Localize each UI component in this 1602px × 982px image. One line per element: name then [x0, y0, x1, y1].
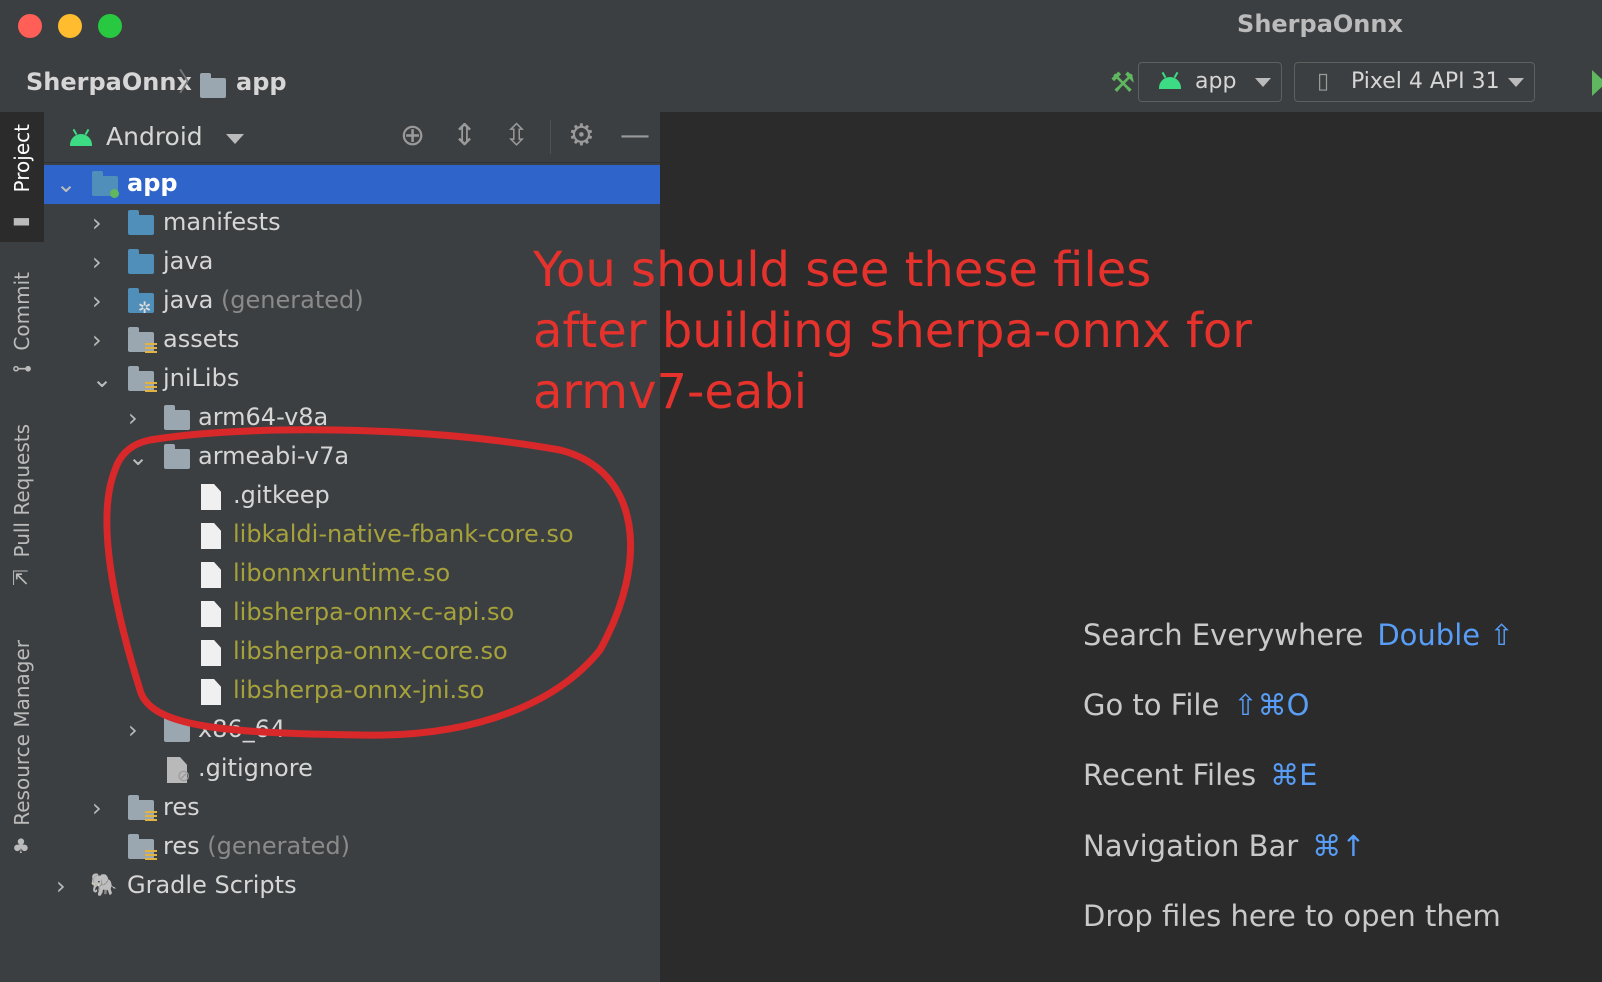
annotation-circle [103, 426, 635, 739]
ide-window: SherpaOnnx SherpaOnnx 〉 app ⚒ app ▯ Pixe… [0, 0, 1602, 982]
annotation-circle-stroke [103, 426, 635, 739]
